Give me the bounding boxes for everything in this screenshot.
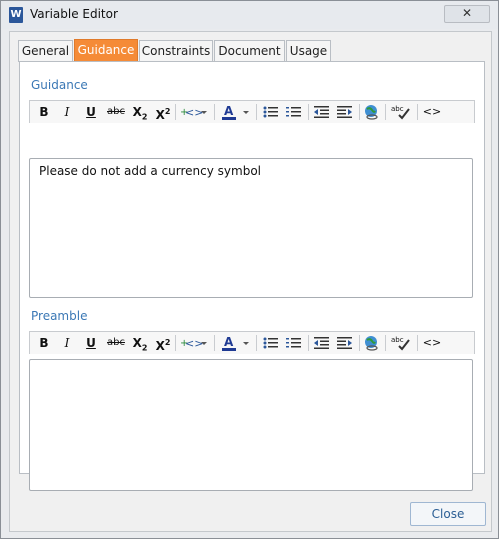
toolbar-divider [308, 335, 309, 351]
spellcheck-button[interactable]: abc [390, 103, 412, 121]
tab-document[interactable]: Document [214, 40, 285, 62]
variable-editor-window: W Variable Editor ✕ General Guidance Con… [0, 0, 499, 539]
svg-text:<>: <> [185, 106, 203, 119]
outdent-button[interactable] [313, 103, 331, 121]
subscript-glyph: X [132, 336, 142, 350]
globe-link-icon [365, 336, 378, 351]
guidance-panel: Guidance B I U abc X2 X2 + <> A abc <> P… [19, 61, 485, 491]
subscript-button[interactable]: X2 [131, 334, 149, 352]
title-bar: W Variable Editor ✕ [1, 1, 498, 29]
numbered-list-icon [286, 107, 301, 117]
toolbar-divider [214, 104, 215, 120]
insert-field-icon: + <> [180, 337, 207, 350]
indent-button[interactable] [336, 334, 354, 352]
svg-text:A: A [224, 335, 234, 349]
italic-button[interactable]: I [59, 103, 75, 121]
subscript-glyph: X [132, 105, 142, 119]
font-color-button[interactable]: A [220, 334, 252, 352]
subscript-mark: 2 [141, 112, 148, 122]
numbered-list-button[interactable] [285, 103, 303, 121]
guidance-label: Guidance [31, 78, 88, 92]
outdent-icon [314, 106, 329, 118]
bullet-list-button[interactable] [262, 103, 280, 121]
tab-usage[interactable]: Usage [286, 40, 331, 62]
bold-button[interactable]: B [36, 103, 52, 121]
bullet-list-button[interactable] [262, 334, 280, 352]
guidance-toolbar: B I U abc X2 X2 + <> A abc <> [29, 100, 475, 123]
spellcheck-icon: abc [391, 105, 410, 120]
toolbar-divider [417, 104, 418, 120]
window-title: Variable Editor [30, 7, 118, 21]
tab-constraints[interactable]: Constraints [139, 40, 213, 62]
numbered-list-icon [286, 338, 301, 348]
superscript-glyph: X [155, 339, 165, 353]
toolbar-divider [359, 104, 360, 120]
superscript-glyph: X [155, 108, 165, 122]
source-view-button[interactable]: <> [422, 334, 442, 352]
toolbar-divider [214, 335, 215, 351]
hyperlink-button[interactable] [363, 103, 381, 121]
bullet-list-icon [263, 337, 278, 349]
underline-button[interactable]: U [83, 334, 99, 352]
font-color-button[interactable]: A [220, 103, 252, 121]
word-app-icon: W [9, 7, 23, 23]
svg-text:abc: abc [391, 105, 404, 113]
outdent-icon [314, 337, 329, 349]
indent-icon [337, 337, 352, 349]
strikethrough-button[interactable]: abc [105, 334, 127, 352]
indent-button[interactable] [336, 103, 354, 121]
outdent-button[interactable] [313, 334, 331, 352]
spellcheck-icon: abc [391, 336, 410, 351]
guidance-text: Please do not add a currency symbol [39, 164, 261, 178]
underline-button[interactable]: U [83, 103, 99, 121]
superscript-mark: 2 [164, 107, 171, 116]
subscript-button[interactable]: X2 [131, 103, 149, 121]
svg-text:abc: abc [391, 336, 404, 344]
insert-field-icon: + <> [180, 106, 207, 119]
subscript-mark: 2 [141, 343, 148, 353]
font-color-icon: A [222, 104, 249, 120]
svg-text:<>: <> [185, 337, 203, 350]
preamble-toolbar: B I U abc X2 X2 + <> A abc <> [29, 331, 475, 354]
spellcheck-button[interactable]: abc [390, 334, 412, 352]
preamble-editor[interactable] [29, 359, 473, 491]
close-button[interactable]: Close [410, 502, 486, 526]
toolbar-divider [385, 335, 386, 351]
toolbar-divider [308, 104, 309, 120]
toolbar-divider [175, 335, 176, 351]
insert-field-button[interactable]: + <> [179, 334, 209, 352]
italic-button[interactable]: I [59, 334, 75, 352]
superscript-button[interactable]: X2 [154, 103, 172, 122]
bold-button[interactable]: B [36, 334, 52, 352]
window-close-button[interactable]: ✕ [444, 5, 490, 23]
toolbar-divider [256, 335, 257, 351]
numbered-list-button[interactable] [285, 334, 303, 352]
superscript-button[interactable]: X2 [154, 334, 172, 353]
dialog-body: General Guidance Constraints Document Us… [9, 31, 492, 532]
insert-field-button[interactable]: + <> [179, 103, 209, 121]
toolbar-divider [359, 335, 360, 351]
tab-guidance[interactable]: Guidance [74, 39, 138, 63]
hyperlink-button[interactable] [363, 334, 381, 352]
toolbar-divider [385, 104, 386, 120]
tab-general[interactable]: General [18, 40, 73, 62]
bullet-list-icon [263, 106, 278, 118]
source-view-button[interactable]: <> [422, 103, 442, 121]
preamble-label: Preamble [31, 309, 88, 323]
strikethrough-button[interactable]: abc [105, 103, 127, 121]
superscript-mark: 2 [164, 338, 171, 347]
toolbar-divider [417, 335, 418, 351]
guidance-editor[interactable]: Please do not add a currency symbol [29, 158, 473, 298]
globe-link-icon [365, 105, 378, 120]
toolbar-divider [175, 104, 176, 120]
svg-text:A: A [224, 104, 234, 118]
indent-icon [337, 106, 352, 118]
toolbar-divider [256, 104, 257, 120]
font-color-icon: A [222, 335, 249, 351]
